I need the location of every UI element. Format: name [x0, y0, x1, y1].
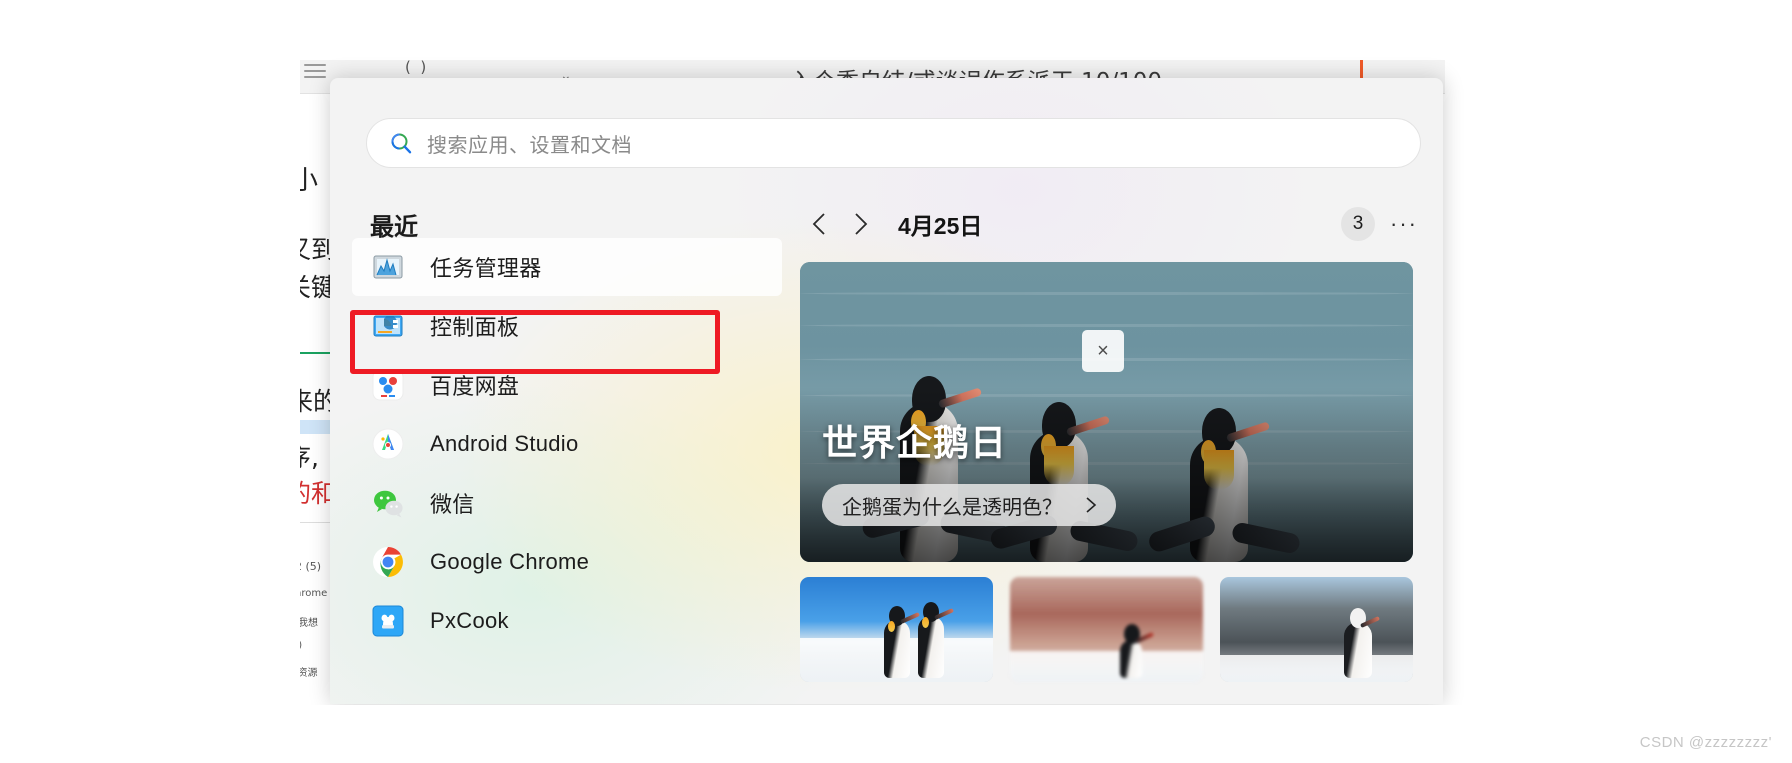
- list-item-wechat[interactable]: 微信: [352, 474, 782, 532]
- feed-date-label: 4月25日: [898, 213, 983, 239]
- hero-cta-button[interactable]: 企鹅蛋为什么是透明色？: [822, 484, 1116, 526]
- list-item-android-studio[interactable]: Android Studio: [352, 415, 782, 473]
- hero-title: 世界企鹅日: [822, 422, 1008, 463]
- list-item-label: 微信: [430, 492, 475, 517]
- pxcook-icon: [372, 605, 404, 637]
- chevron-right-icon: [1086, 497, 1097, 513]
- more-options-icon[interactable]: ···: [1383, 207, 1425, 241]
- feed-column: 4月25日 3 ··· 世界企鹅日 企鹅蛋为什么是透明色？: [800, 198, 1425, 682]
- hero-cta-label: 企鹅蛋为什么是透明色？: [842, 496, 1062, 519]
- chevron-left-icon[interactable]: [800, 204, 840, 244]
- thumbnail-card[interactable]: [1220, 577, 1413, 682]
- list-item-google-chrome[interactable]: Google Chrome: [352, 533, 782, 591]
- android-studio-icon: [372, 428, 404, 460]
- background-fragment: 听我想: [300, 618, 318, 629]
- background-paren-text: ( ): [405, 60, 427, 76]
- list-item-baidu-netdisk[interactable]: 百度网盘: [352, 356, 782, 414]
- list-item-label: 任务管理器: [430, 256, 542, 281]
- background-fragment: 小: [300, 166, 319, 196]
- list-item-task-manager[interactable]: 任务管理器: [352, 238, 782, 296]
- task-manager-icon: [372, 251, 404, 283]
- chrome-icon: [372, 546, 404, 578]
- screenshot-root: 入个季自结/或谈误作系派干 10/100 ⌄ ( ) 小 又到 关键 来的 序,…: [0, 0, 1792, 763]
- search-input[interactable]: 搜索应用、设置和文档: [366, 118, 1421, 168]
- list-item-label: Android Studio: [430, 431, 579, 456]
- hero-card[interactable]: 世界企鹅日 企鹅蛋为什么是透明色？: [800, 262, 1413, 562]
- background-fragment: 32 (5): [300, 560, 322, 573]
- list-item-label: PxCook: [430, 608, 509, 633]
- chevron-right-icon[interactable]: [840, 204, 880, 244]
- background-fragment: (4): [300, 640, 302, 651]
- thumbnail-card[interactable]: [800, 577, 993, 682]
- list-item-label: 百度网盘: [430, 374, 520, 399]
- wechat-icon: [372, 487, 404, 519]
- feed-header: 4月25日 3 ···: [800, 198, 1425, 250]
- status-badge[interactable]: 3: [1341, 207, 1375, 241]
- background-fragment: Chrome: [300, 588, 328, 599]
- recent-heading: 最近: [370, 214, 418, 241]
- control-panel-icon: [372, 310, 404, 342]
- background-selection-bar: [300, 420, 334, 434]
- list-item-label: 控制面板: [430, 315, 520, 340]
- thumbnail-card[interactable]: [1010, 577, 1203, 682]
- search-placeholder-text: 搜索应用、设置和文档: [427, 134, 632, 157]
- hamburger-menu-icon[interactable]: [304, 64, 326, 82]
- page-bottom-mask: [0, 705, 1792, 763]
- list-item-pxcook[interactable]: PxCook: [352, 592, 782, 650]
- recent-apps-list: 任务管理器 控制面板 百度网盘 Android Studio 微信 Google…: [352, 238, 782, 651]
- search-icon: [391, 133, 412, 154]
- watermark-text: CSDN @zzzzzzzz': [1639, 734, 1772, 751]
- background-fragment: n 资源: [300, 668, 318, 679]
- thumbnail-row: [800, 577, 1425, 682]
- background-fragment: 序,: [300, 443, 319, 472]
- start-menu-panel: 搜索应用、设置和文档 最近 任务管理器 任务管理器: [330, 78, 1443, 704]
- close-icon[interactable]: ×: [1082, 330, 1124, 372]
- list-item-control-panel[interactable]: 控制面板: [352, 297, 782, 355]
- background-green-marker: [300, 352, 334, 354]
- baidu-netdisk-icon: [372, 369, 404, 401]
- list-item-label: Google Chrome: [430, 549, 590, 574]
